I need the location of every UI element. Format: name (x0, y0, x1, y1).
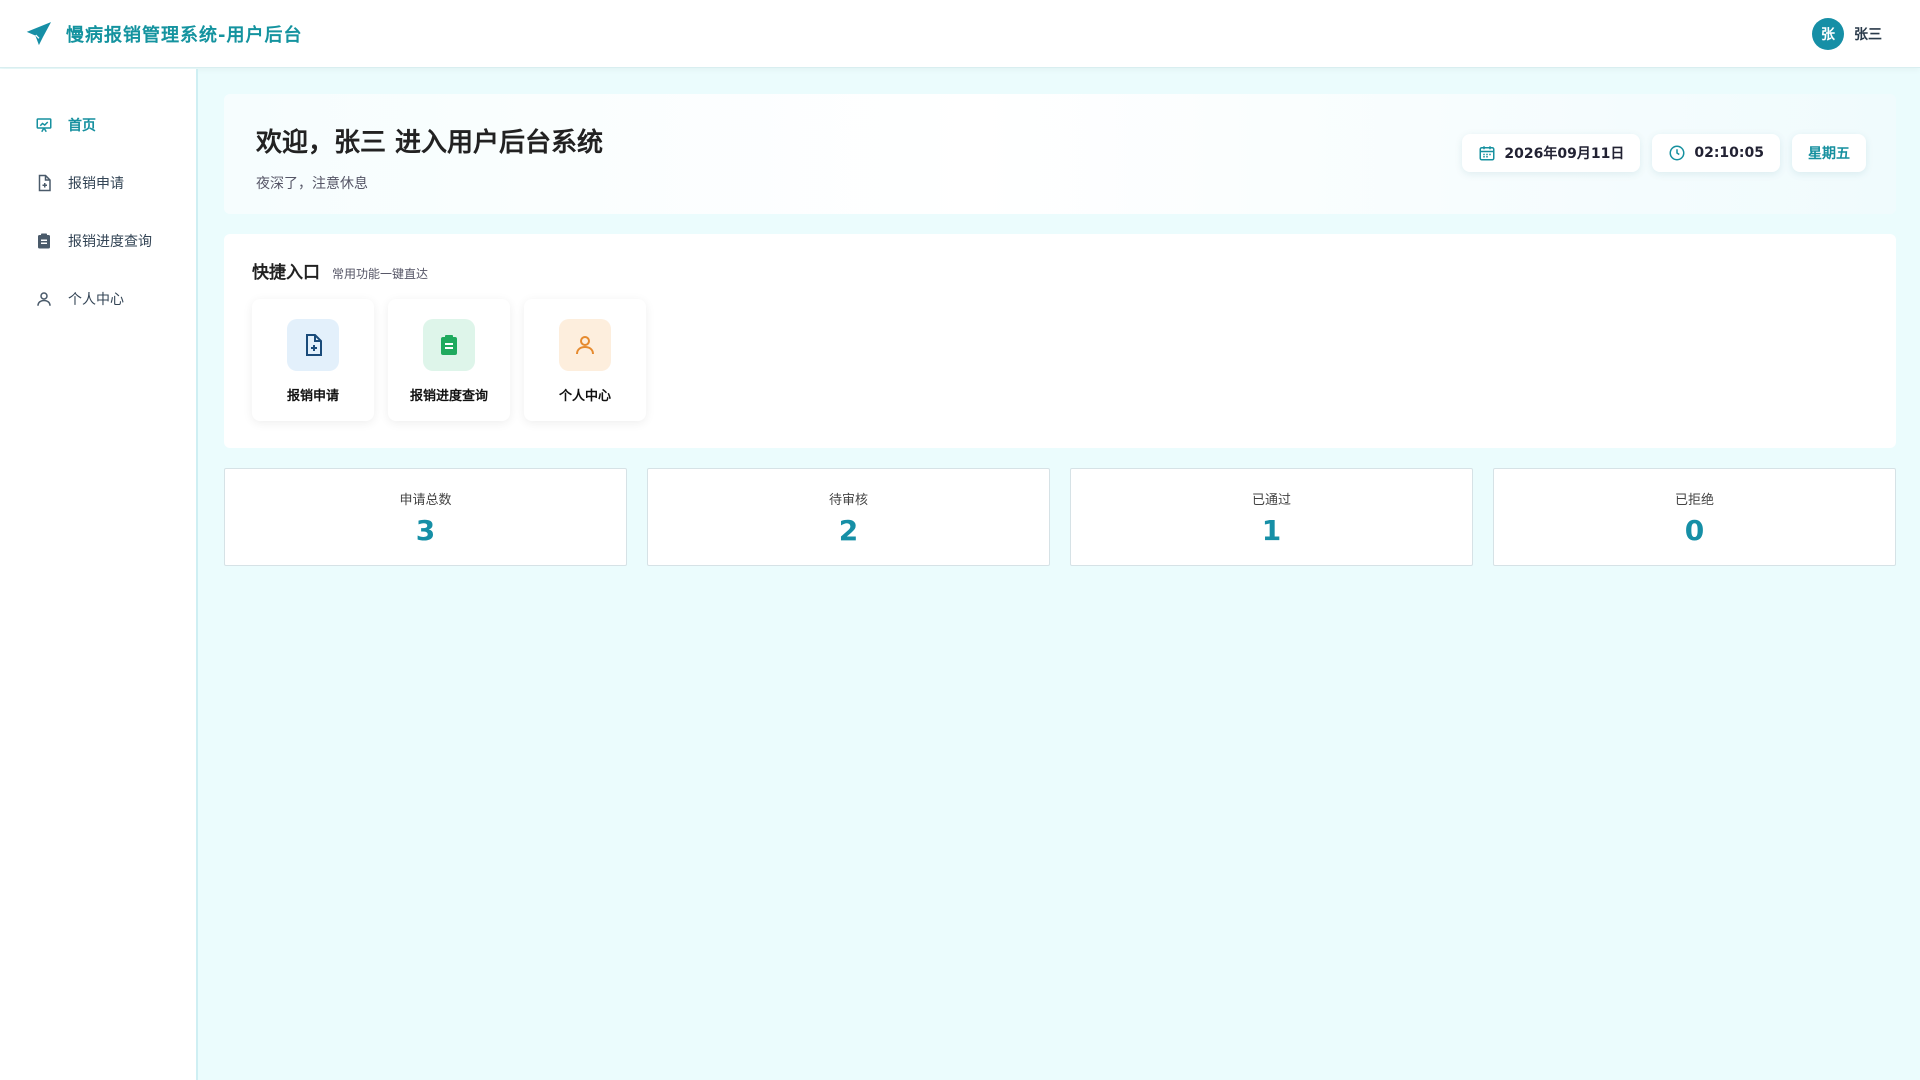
clock-icon (1668, 144, 1686, 162)
stat-label: 待审核 (828, 493, 868, 508)
weekday-chip: 星期五 (1792, 134, 1866, 172)
user-menu[interactable]: 张 张三 (1812, 18, 1882, 50)
weekday-text: 星期五 (1808, 146, 1850, 162)
sidebar: 首页 报销申请 报销进度查询 个人中心 (0, 69, 198, 1080)
file-plus-icon (34, 173, 54, 193)
file-plus-icon (287, 319, 339, 371)
quick-access-subtitle: 常用功能一键直达 (332, 267, 429, 281)
welcome-banner: 欢迎，张三 进入用户后台系统 夜深了，注意休息 2026年09月11日 02:1… (224, 94, 1896, 214)
time-chip: 02:10:05 (1652, 134, 1780, 172)
stat-approved: 已通过 1 (1070, 468, 1473, 566)
presentation-icon (34, 115, 54, 135)
sidebar-item-profile[interactable]: 个人中心 (0, 270, 196, 328)
quick-access-panel: 快捷入口 常用功能一键直达 报销申请 报销进度查询 个人中心 (224, 234, 1896, 448)
app-title: 慢病报销管理系统-用户后台 (66, 24, 303, 46)
stat-label: 已拒绝 (1674, 493, 1714, 508)
clipboard-icon (423, 319, 475, 371)
stat-value: 1 (1261, 514, 1282, 547)
welcome-subtitle: 夜深了，注意休息 (256, 176, 368, 192)
sidebar-item-label: 个人中心 (68, 292, 124, 308)
user-icon (559, 319, 611, 371)
stat-rejected: 已拒绝 0 (1493, 468, 1896, 566)
quick-card-progress[interactable]: 报销进度查询 (388, 299, 510, 421)
stat-pending: 待审核 2 (647, 468, 1050, 566)
user-name[interactable]: 张三 (1854, 24, 1882, 44)
sidebar-item-label: 报销进度查询 (68, 234, 152, 250)
main-content: 欢迎，张三 进入用户后台系统 夜深了，注意休息 2026年09月11日 02:1… (224, 94, 1896, 566)
stat-label: 已通过 (1251, 493, 1291, 508)
clipboard-icon (34, 231, 54, 251)
quick-card-apply[interactable]: 报销申请 (252, 299, 374, 421)
quick-card-label: 个人中心 (558, 389, 611, 404)
user-icon (34, 289, 54, 309)
quick-card-label: 报销申请 (286, 389, 339, 404)
sidebar-item-label: 报销申请 (68, 176, 124, 192)
stat-total: 申请总数 3 (224, 468, 627, 566)
top-header: 慢病报销管理系统-用户后台 张 张三 (0, 0, 1920, 68)
quick-card-label: 报销进度查询 (409, 389, 488, 404)
sidebar-item-label: 首页 (68, 118, 96, 134)
sidebar-item-apply[interactable]: 报销申请 (0, 154, 196, 212)
avatar[interactable]: 张 (1812, 18, 1844, 50)
stat-label: 申请总数 (399, 493, 452, 508)
stat-value: 0 (1684, 514, 1705, 547)
paper-plane-icon (26, 21, 52, 47)
sidebar-item-progress[interactable]: 报销进度查询 (0, 212, 196, 270)
datetime-chips: 2026年09月11日 02:10:05 星期五 (1462, 134, 1866, 172)
quick-access-title: 快捷入口 (252, 263, 320, 283)
date-chip: 2026年09月11日 (1462, 134, 1641, 172)
calendar-icon (1478, 144, 1496, 162)
sidebar-item-home[interactable]: 首页 (0, 96, 196, 154)
date-text: 2026年09月11日 (1504, 146, 1625, 162)
stats-row: 申请总数 3 待审核 2 已通过 1 已拒绝 0 (224, 468, 1896, 566)
stat-value: 3 (415, 514, 436, 547)
quick-card-profile[interactable]: 个人中心 (524, 299, 646, 421)
time-text: 02:10:05 (1694, 145, 1764, 161)
stat-value: 2 (838, 514, 859, 547)
